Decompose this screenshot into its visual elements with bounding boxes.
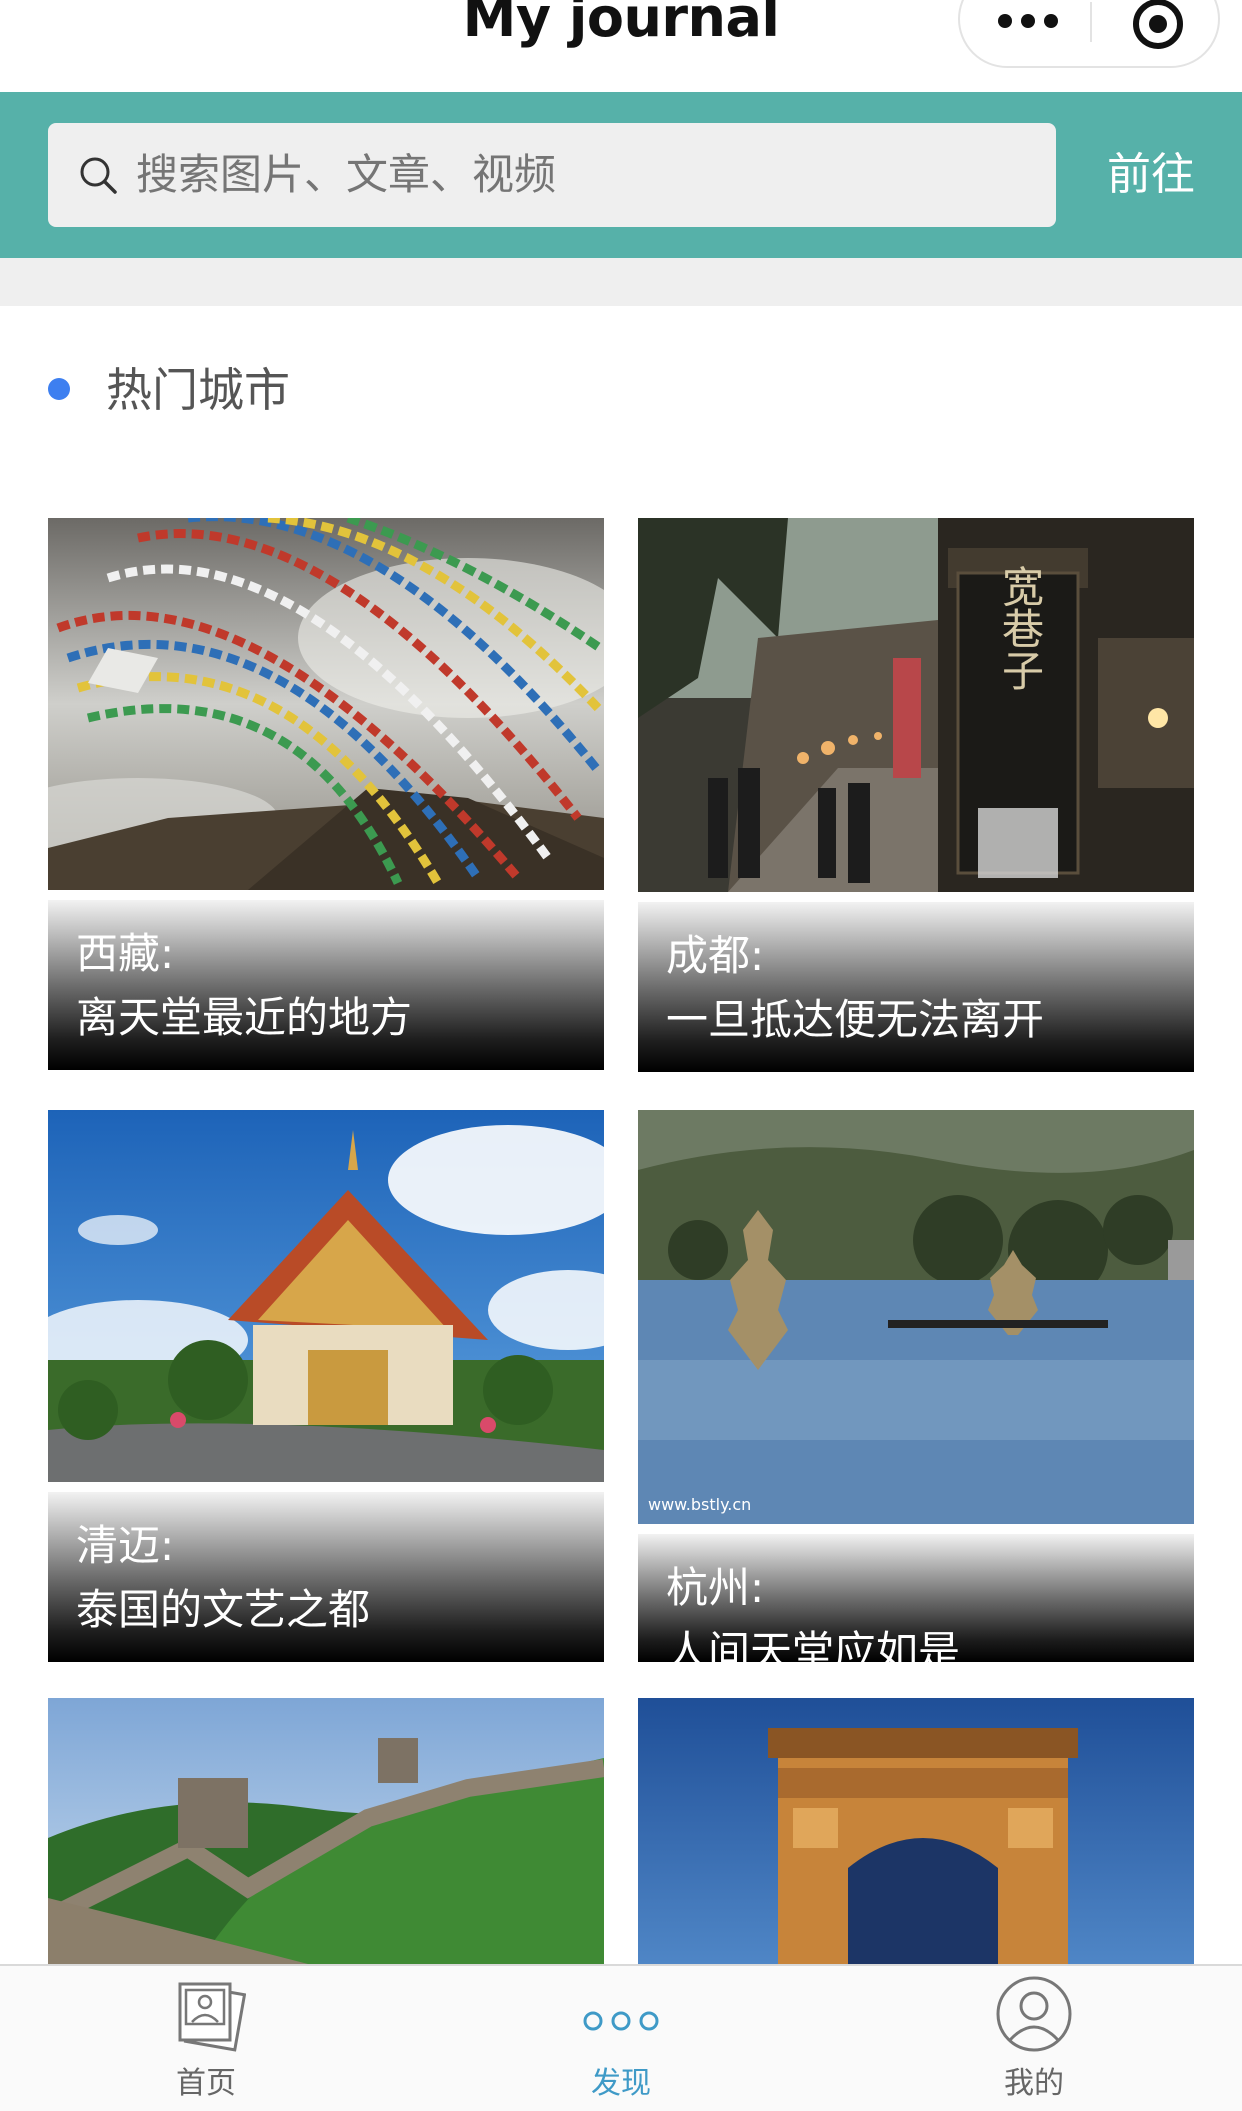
card-slogan: 一旦抵达便无法离开 <box>666 995 1045 1044</box>
section-title: 热门城市 <box>106 363 290 417</box>
mini-program-capsule <box>958 0 1220 68</box>
card-caption: 杭州: 人间天堂应如是 <box>638 1534 1194 1662</box>
tab-discover[interactable]: 发现 <box>521 1966 721 2111</box>
city-card-chiangmai[interactable]: 清迈: 泰国的文艺之都 <box>48 1110 604 1662</box>
title-bar: My journal <box>0 0 1242 92</box>
go-button[interactable]: 前往 <box>1076 123 1226 227</box>
card-caption: 西藏: 离天堂最近的地方 <box>48 900 604 1070</box>
card-city-name: 杭州: <box>666 1563 765 1612</box>
city-photo-chiangmai <box>48 1110 604 1482</box>
user-icon <box>996 1976 1072 2052</box>
city-card-6[interactable] <box>638 1698 1194 1964</box>
city-photo-hangzhou: www.bstly.cn <box>638 1110 1194 1524</box>
tab-label: 发现 <box>591 2066 651 2101</box>
photos-icon <box>178 1982 246 2052</box>
tab-label: 我的 <box>1004 2066 1064 2101</box>
photo-watermark: www.bstly.cn <box>648 1495 751 1514</box>
capsule-divider <box>1090 2 1092 42</box>
card-slogan: 泰国的文艺之都 <box>76 1585 371 1634</box>
close-program-icon[interactable] <box>1132 0 1184 50</box>
search-header: 前往 <box>0 92 1242 258</box>
card-slogan: 人间天堂应如是 <box>666 1627 961 1662</box>
card-city-name: 清迈: <box>76 1521 175 1570</box>
city-photo-great-wall <box>48 1698 604 1964</box>
card-caption: 清迈: 泰国的文艺之都 <box>48 1492 604 1662</box>
city-card-hangzhou[interactable]: www.bstly.cn 杭州: 人间天堂应如是 <box>638 1110 1194 1662</box>
city-card-5[interactable] <box>48 1698 604 1964</box>
tab-label: 首页 <box>176 2066 236 2101</box>
search-icon <box>80 157 117 194</box>
card-city-name: 成都: <box>666 931 765 980</box>
card-slogan: 离天堂最近的地方 <box>76 993 413 1042</box>
chengdu-sign-text: 宽巷子 <box>996 565 1045 691</box>
dots-icon <box>583 2011 659 2031</box>
tab-home[interactable]: 首页 <box>106 1966 306 2111</box>
more-menu-icon[interactable] <box>998 10 1058 30</box>
tab-profile[interactable]: 我的 <box>934 1966 1134 2111</box>
card-caption: 成都: 一旦抵达便无法离开 <box>638 902 1194 1072</box>
bullet-dot-icon <box>48 378 70 400</box>
city-photo-tibet <box>48 518 604 890</box>
city-photo-chengdu: 宽巷子 <box>638 518 1194 892</box>
city-card-chengdu[interactable]: 宽巷子 成都: 一旦抵达便无法离开 <box>638 518 1194 1072</box>
separator-band <box>0 258 1242 306</box>
card-city-name: 西藏: <box>76 929 175 978</box>
city-photo-arc-de-triomphe <box>638 1698 1194 1964</box>
bottom-tab-bar: 首页 发现 我的 <box>0 1964 1242 2111</box>
search-box[interactable] <box>48 123 1056 227</box>
city-card-tibet[interactable]: 西藏: 离天堂最近的地方 <box>48 518 604 1070</box>
search-input[interactable] <box>136 123 1036 227</box>
